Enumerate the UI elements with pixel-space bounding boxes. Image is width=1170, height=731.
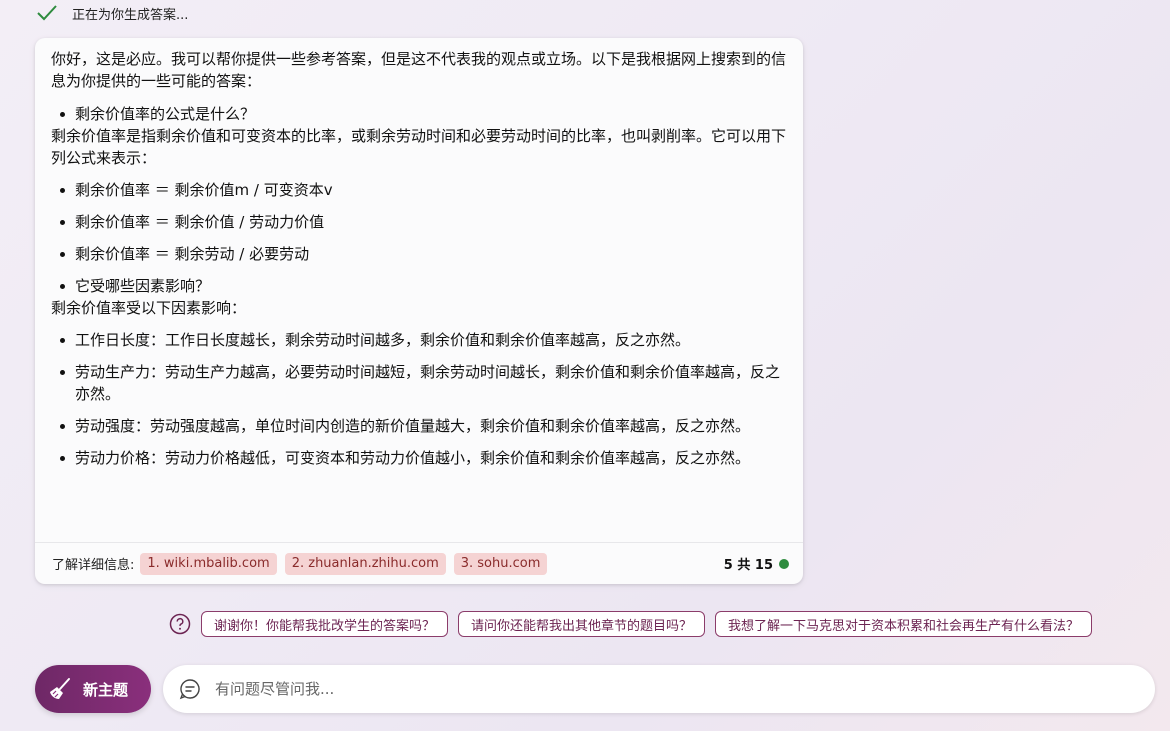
- status-text: 正在为你生成答案...: [72, 7, 189, 23]
- sources-label: 了解详细信息:: [52, 558, 135, 573]
- answer-card: 你好，这是必应。我可以帮你提供一些参考答案，但是这不代表我的观点或立场。以下是我…: [35, 38, 803, 584]
- list-item-formula: 剩余价值率 ＝ 剩余价值 / 劳动力价值: [51, 211, 787, 233]
- list-item-question-2: 它受哪些因素影响？: [51, 275, 787, 297]
- list-item-factor: 劳动强度：劳动强度越高，单位时间内创造的新价值量越大，剩余价值和剩余价值率越高，…: [51, 415, 787, 437]
- citation-link[interactable]: 3. sohu.com: [453, 552, 548, 575]
- citation-link[interactable]: 1. wiki.mbalib.com: [140, 552, 277, 575]
- list-item-question-1: 剩余价值率的公式是什么？: [51, 103, 787, 125]
- list-item-factor: 工作日长度：工作日长度越长，剩余劳动时间越多，剩余价值和剩余价值率越高，反之亦然…: [51, 329, 787, 351]
- answer-paragraph-2: 剩余价值率受以下因素影响：: [51, 299, 247, 317]
- response-count-text: 5 共 15: [723, 558, 773, 573]
- check-icon: [37, 5, 57, 21]
- list-item-formula: 剩余价值率 ＝ 剩余劳动 / 必要劳动: [51, 243, 787, 265]
- citation-link[interactable]: 2. zhuanlan.zhihu.com: [284, 552, 446, 575]
- progress-status: 正在为你生成答案...: [36, 2, 188, 24]
- list-item-factor: 劳动力价格：劳动力价格越低，可变资本和劳动力价值越小，剩余价值和剩余价值率越高，…: [51, 447, 787, 469]
- answer-intro: 你好，这是必应。我可以帮你提供一些参考答案，但是这不代表我的观点或立场。以下是我…: [51, 50, 787, 90]
- answer-paragraph-1: 剩余价值率是指剩余价值和可变资本的比率，或剩余劳动时间和必要劳动时间的比率，也叫…: [51, 127, 787, 167]
- list-item-factor: 劳动生产力：劳动生产力越高，必要劳动时间越短，剩余劳动时间越长，剩余价值和剩余价…: [51, 361, 787, 405]
- list-item-formula: 剩余价值率 ＝ 剩余价值m / 可变资本v: [51, 179, 787, 201]
- suggestion-chip[interactable]: 请问你还能帮我出其他章节的题目吗？: [458, 611, 706, 637]
- suggestion-bar: 谢谢你！你能帮我批改学生的答案吗？ 请问你还能帮我出其他章节的题目吗？ 我想了解…: [169, 611, 1102, 637]
- response-counter: 5 共 15: [724, 554, 789, 573]
- chat-icon: [179, 679, 200, 700]
- sources-footer: 了解详细信息: 1. wiki.mbalib.com 2. zhuanlan.z…: [35, 542, 803, 584]
- suggestion-chip[interactable]: 我想了解一下马克思对于资本积累和社会再生产有什么看法？: [715, 611, 1093, 637]
- broom-icon: [50, 678, 70, 699]
- question-icon: [169, 613, 191, 635]
- chat-input[interactable]: [213, 679, 1155, 699]
- status-dot-icon: [779, 558, 789, 569]
- chat-input-box[interactable]: [163, 665, 1155, 713]
- new-topic-label: 新主题: [83, 680, 129, 699]
- new-topic-button[interactable]: 新主题: [35, 665, 151, 713]
- answer-content: 你好，这是必应。我可以帮你提供一些参考答案，但是这不代表我的观点或立场。以下是我…: [35, 38, 803, 469]
- suggestion-chip[interactable]: 谢谢你！你能帮我批改学生的答案吗？: [201, 611, 449, 637]
